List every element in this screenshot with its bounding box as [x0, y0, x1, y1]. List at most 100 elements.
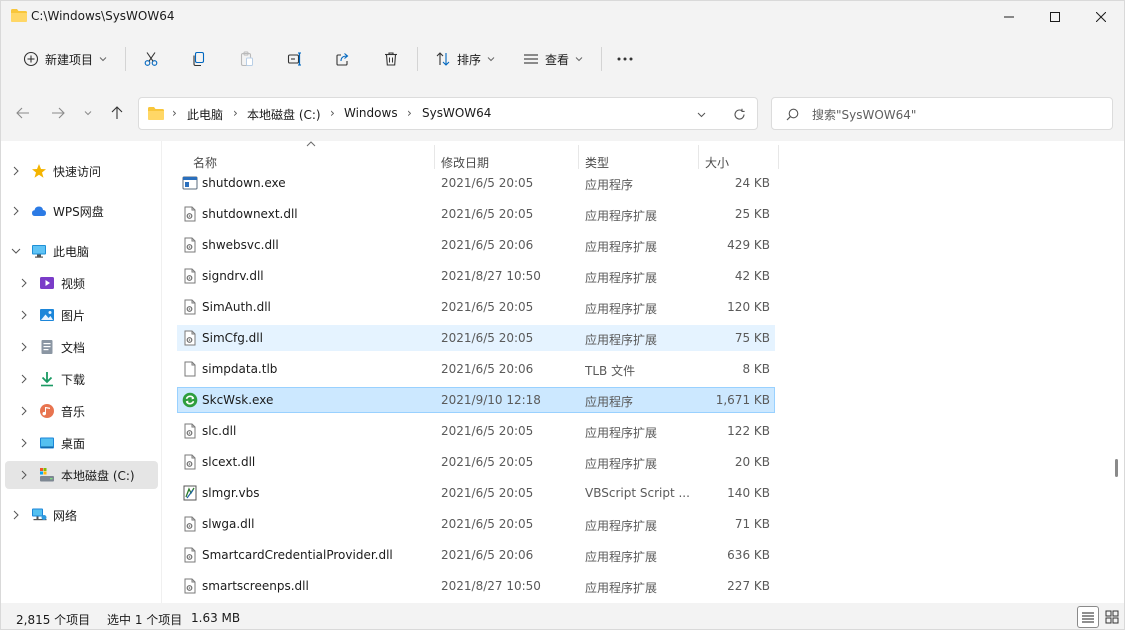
cut-button[interactable]: [135, 43, 167, 75]
vertical-scrollbar[interactable]: [1114, 141, 1122, 603]
music-icon: [40, 404, 54, 418]
chevron-right-icon[interactable]: [11, 166, 21, 176]
sidebar-item-desktop[interactable]: 桌面: [5, 429, 158, 457]
copy-button[interactable]: [183, 43, 215, 75]
table-row[interactable]: signdrv.dll 2021/8/27 10:50 应用程序扩展 42 KB: [177, 263, 775, 289]
plus-circle-icon: [23, 51, 39, 67]
title-bar[interactable]: C:\Windows\SysWOW64: [1, 1, 1124, 33]
file-type: 应用程序: [585, 178, 634, 192]
chevron-down-icon[interactable]: [11, 246, 21, 256]
back-button[interactable]: [9, 99, 37, 127]
delete-button[interactable]: [375, 43, 407, 75]
file-type: 应用程序扩展: [585, 426, 658, 440]
sidebar-item-network[interactable]: 网络: [5, 501, 158, 529]
column-divider[interactable]: [578, 145, 579, 169]
column-header-name[interactable]: 名称: [193, 154, 217, 171]
file-icon: [182, 361, 198, 377]
file-type: 应用程序扩展: [585, 240, 658, 254]
sort-ascending-caret-icon: [306, 141, 316, 147]
table-row[interactable]: SimAuth.dll 2021/6/5 20:05 应用程序扩展 120 KB: [177, 294, 775, 320]
table-row[interactable]: slcext.dll 2021/6/5 20:05 应用程序扩展 20 KB: [177, 449, 775, 475]
table-row[interactable]: slwga.dll 2021/6/5 20:05 应用程序扩展 71 KB: [177, 511, 775, 537]
more-options-button[interactable]: [609, 43, 641, 75]
scrollbar-thumb[interactable]: [1115, 459, 1118, 477]
chevron-right-icon[interactable]: [19, 278, 29, 288]
sidebar-item-pictures[interactable]: 图片: [5, 301, 158, 329]
table-row[interactable]: slc.dll 2021/6/5 20:05 应用程序扩展 122 KB: [177, 418, 775, 444]
sidebar-item-music[interactable]: 音乐: [5, 397, 158, 425]
file-date: 2021/6/5 20:05: [441, 331, 534, 345]
paste-button[interactable]: [231, 43, 263, 75]
script-icon: [182, 485, 198, 501]
breadcrumb-local-disk[interactable]: 本地磁盘 (C:): [247, 106, 321, 123]
table-row[interactable]: shwebsvc.dll 2021/6/5 20:06 应用程序扩展 429 KB: [177, 232, 775, 258]
breadcrumb-this-pc[interactable]: 此电脑: [187, 106, 223, 123]
details-view-button[interactable]: [1077, 606, 1099, 628]
sidebar-item-this-pc[interactable]: 此电脑: [5, 237, 158, 265]
table-row[interactable]: shutdownext.dll 2021/6/5 20:05 应用程序扩展 25 KB: [177, 201, 775, 227]
desktop-icon: [40, 437, 54, 449]
sidebar-item-local-disk[interactable]: 本地磁盘 (C:): [5, 461, 158, 489]
table-row[interactable]: slmgr.vbs 2021/6/5 20:05 VBScript Script .…: [177, 480, 775, 506]
breadcrumb-syswow64[interactable]: SysWOW64: [422, 106, 491, 120]
table-row[interactable]: shutdown.exe 2021/6/5 20:05 应用程序 24 KB: [177, 170, 775, 196]
column-divider[interactable]: [434, 145, 435, 169]
column-divider[interactable]: [698, 145, 699, 169]
chevron-right-icon[interactable]: [19, 310, 29, 320]
chevron-down-icon[interactable]: [697, 112, 706, 118]
chevron-right-icon[interactable]: [19, 406, 29, 416]
table-row[interactable]: SkcWsk.exe 2021/9/10 12:18 应用程序 1,671 KB: [177, 387, 775, 413]
sidebar-item-wps-cloud[interactable]: WPS网盘: [5, 197, 158, 225]
chevron-right-icon[interactable]: [11, 510, 21, 520]
table-row[interactable]: smartscreenps.dll 2021/8/27 10:50 应用程序扩展 22…: [177, 573, 775, 599]
view-list-icon: [523, 54, 538, 64]
file-date: 2021/9/10 12:18: [441, 393, 541, 407]
column-header-date[interactable]: 修改日期: [441, 154, 489, 171]
selection-count: 选中 1 个项目: [107, 613, 183, 627]
sidebar-item-documents[interactable]: 文档: [5, 333, 158, 361]
tiles-view-button[interactable]: [1101, 606, 1123, 628]
chevron-right-icon[interactable]: [19, 342, 29, 352]
forward-button[interactable]: [44, 99, 72, 127]
sidebar-item-videos[interactable]: 视频: [5, 269, 158, 297]
search-box[interactable]: 搜索"SysWOW64": [771, 97, 1113, 130]
search-input[interactable]: 搜索"SysWOW64": [812, 106, 916, 123]
chevron-right-icon[interactable]: [11, 206, 21, 216]
star-icon: [32, 164, 46, 178]
table-row[interactable]: SimCfg.dll 2021/6/5 20:05 应用程序扩展 75 KB: [177, 325, 775, 351]
up-button[interactable]: [103, 99, 131, 127]
recent-locations-button[interactable]: [75, 99, 101, 127]
refresh-icon[interactable]: [733, 108, 746, 121]
close-button[interactable]: [1078, 1, 1124, 33]
table-row[interactable]: SmartcardCredentialProvider.dll 2021/6/5 …: [177, 542, 775, 568]
rename-button[interactable]: [279, 43, 311, 75]
sidebar-item-quick-access[interactable]: 快速访问: [5, 157, 158, 185]
chevron-right-icon[interactable]: [19, 470, 29, 480]
breadcrumb-windows[interactable]: Windows: [344, 106, 398, 120]
sort-icon: [436, 52, 450, 66]
maximize-button[interactable]: [1032, 1, 1078, 33]
share-button[interactable]: [327, 43, 359, 75]
chevron-right-icon[interactable]: [19, 438, 29, 448]
column-divider[interactable]: [778, 145, 779, 169]
minimize-icon: [1004, 16, 1014, 18]
file-name: smartscreenps.dll: [202, 579, 309, 593]
search-icon: [786, 108, 799, 121]
sidebar-item-downloads[interactable]: 下载: [5, 365, 158, 393]
file-date: 2021/6/5 20:05: [441, 176, 534, 190]
sort-button[interactable]: 排序: [427, 43, 503, 75]
new-item-button[interactable]: 新建项目: [15, 43, 115, 75]
address-bar[interactable]: › 此电脑 › 本地磁盘 (C:) › Windows › SysWOW64: [138, 97, 758, 130]
table-row[interactable]: simpdata.tlb 2021/6/5 20:06 TLB 文件 8 KB: [177, 356, 775, 382]
view-button[interactable]: 查看: [515, 43, 591, 75]
column-header-size[interactable]: 大小: [705, 154, 729, 171]
folder-icon: [11, 9, 27, 22]
cut-icon: [144, 52, 158, 66]
file-type: 应用程序: [585, 395, 634, 409]
breadcrumb-separator: ›: [233, 106, 238, 120]
chevron-right-icon[interactable]: [19, 374, 29, 384]
file-type: VBScript Script ...: [585, 486, 690, 500]
copy-icon: [193, 51, 205, 67]
minimize-button[interactable]: [986, 1, 1032, 33]
column-header-type[interactable]: 类型: [585, 154, 609, 171]
